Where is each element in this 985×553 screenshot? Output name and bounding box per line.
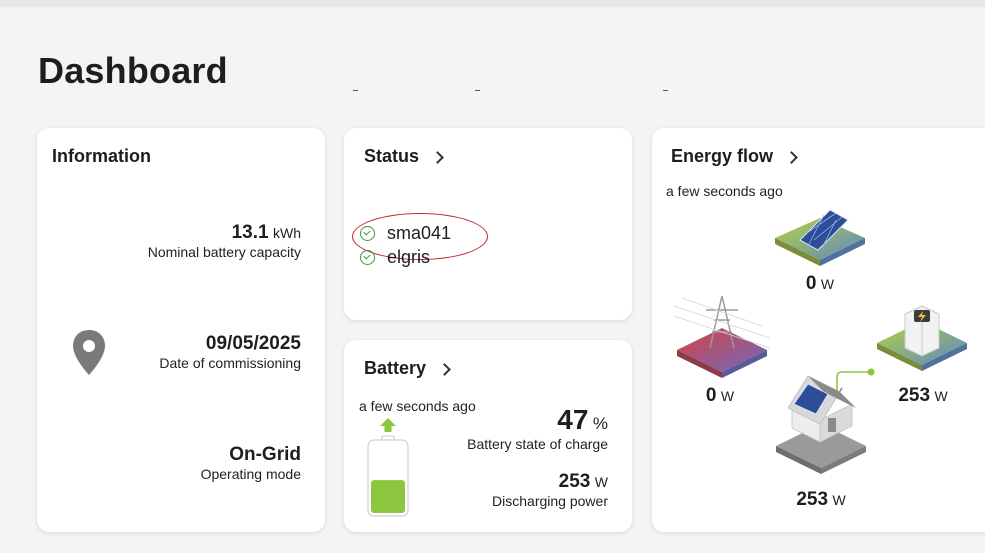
chevron-right-icon xyxy=(438,362,451,376)
operating-mode-stat: On-Grid Operating mode xyxy=(201,444,301,482)
battery-updated: a few seconds ago xyxy=(359,398,476,414)
chevron-right-icon xyxy=(431,150,444,164)
device-name: elgris xyxy=(387,247,431,267)
soc-unit: % xyxy=(592,414,608,433)
soc-label: Battery state of charge xyxy=(467,436,608,452)
location-pin-icon xyxy=(71,328,107,383)
house-power-value: 253 xyxy=(796,489,829,510)
grid-power-value: 0 xyxy=(705,385,717,406)
discharge-arrow-icon xyxy=(380,418,396,432)
storage-power-unit: W xyxy=(934,388,948,404)
energy-flow-updated: a few seconds ago xyxy=(666,183,783,199)
soc-stat: 47 % Battery state of charge xyxy=(467,404,608,452)
battery-link[interactable]: Battery xyxy=(364,358,451,379)
title-mark xyxy=(663,90,668,91)
grid-power-unit: W xyxy=(720,388,735,404)
battery-capacity-unit: kWh xyxy=(273,225,301,241)
energy-flow-link[interactable]: Energy flow xyxy=(671,146,798,167)
discharging-power-label: Discharging power xyxy=(492,493,608,509)
battery-gauge xyxy=(367,418,409,517)
storage-power: 253 W xyxy=(890,385,956,407)
device-row[interactable]: elgris xyxy=(360,247,430,268)
device-name: sma041 xyxy=(387,223,452,243)
information-title: Information xyxy=(52,146,151,166)
battery-storage-icon xyxy=(877,305,967,371)
operating-mode-label: Operating mode xyxy=(200,466,301,482)
status-card: Status sma041 elgris xyxy=(344,128,632,320)
commissioning-stat: 09/05/2025 Date of commissioning xyxy=(159,333,301,371)
storage-power-value: 253 xyxy=(898,385,931,406)
battery-capacity-value: 13.1 xyxy=(231,222,269,243)
energy-flow-card: Energy flow a few seconds ago 0 W 0 W 25… xyxy=(652,128,985,532)
pv-power-unit: W xyxy=(820,276,835,292)
energy-flow-diagram xyxy=(673,209,967,474)
pv-solar-panel-icon xyxy=(775,209,865,266)
commissioning-value: 09/05/2025 xyxy=(205,333,301,354)
information-card: Information 13.1 kWh Nominal battery cap… xyxy=(37,128,325,532)
check-circle-icon xyxy=(360,250,375,265)
chevron-right-icon xyxy=(785,150,798,164)
battery-fill xyxy=(371,480,405,513)
discharging-power-stat: 253 W Discharging power xyxy=(492,471,608,509)
battery-capacity-stat: 13.1 kWh Nominal battery capacity xyxy=(148,222,301,260)
battery-capacity-label: Nominal battery capacity xyxy=(147,244,301,260)
pv-power: 0 W xyxy=(798,273,842,295)
commissioning-label: Date of commissioning xyxy=(159,355,301,371)
title-mark xyxy=(353,90,358,91)
battery-card: Battery a few seconds ago 47 % Battery s… xyxy=(344,340,632,532)
soc-value: 47 xyxy=(557,404,589,435)
discharging-power-unit: W xyxy=(594,474,608,490)
title-mark xyxy=(475,90,480,91)
operating-mode-value: On-Grid xyxy=(229,444,301,465)
grid-power: 0 W xyxy=(698,385,742,407)
check-circle-icon xyxy=(360,226,375,241)
top-bar xyxy=(0,0,985,6)
device-row[interactable]: sma041 xyxy=(360,223,451,244)
pv-power-value: 0 xyxy=(805,273,817,294)
discharging-power-value: 253 xyxy=(558,471,591,492)
status-link[interactable]: Status xyxy=(364,146,444,167)
grid-pylon-icon xyxy=(673,295,771,378)
page-title: Dashboard xyxy=(38,50,228,91)
house-power-unit: W xyxy=(832,492,846,508)
house-icon xyxy=(776,375,866,474)
house-power: 253 W xyxy=(788,489,854,511)
